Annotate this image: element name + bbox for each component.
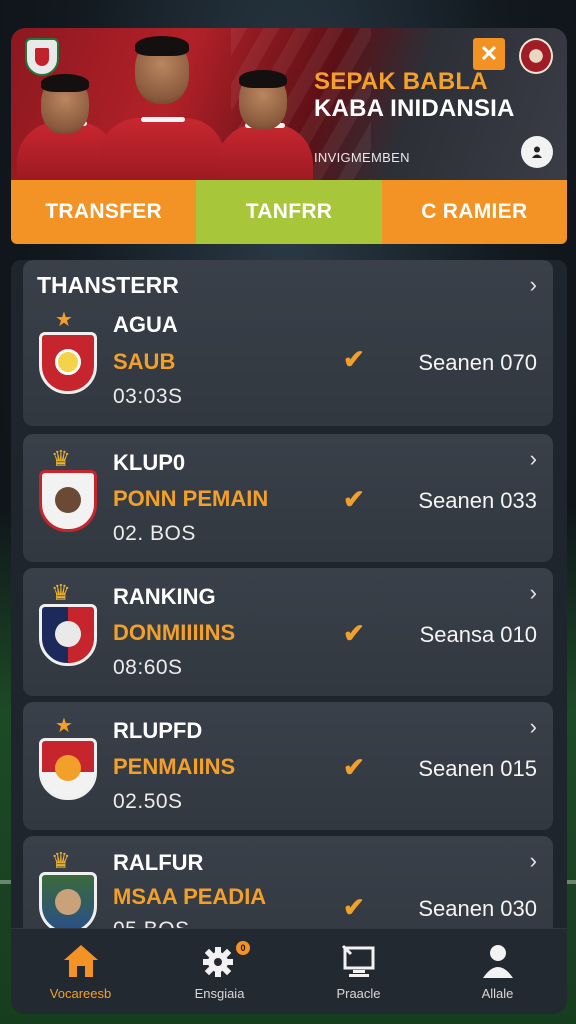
list-item[interactable]: › ♛ RALFUR MSAA PEADIA 05 BOS ✔ Seanen 0…: [23, 836, 553, 928]
person-icon: [482, 945, 513, 978]
club-subname: PENMAIINS: [113, 754, 236, 779]
transfer-time: 08:60S: [113, 656, 183, 679]
list-item[interactable]: › ♛ RANKING DONMIIIINS 08:60S ✔ Seansa 0…: [23, 568, 553, 696]
chevron-right-icon[interactable]: ›: [530, 850, 537, 872]
check-icon: ✔: [343, 892, 365, 922]
nav-home[interactable]: Vocareesb: [11, 929, 150, 1014]
transfer-app-window: ✕ SEPAK BABLA KABA INIDANSIA INVIGMEMBEN…: [11, 28, 567, 1014]
person-icon: [532, 146, 542, 158]
club-subname: DONMIIIINS: [113, 620, 236, 645]
tab-c-ramier[interactable]: C RAMIER: [381, 180, 567, 244]
transfer-time: 02.50S: [113, 790, 183, 813]
title-line-2: KABA INIDANSIA: [314, 95, 515, 122]
check-icon: ✔: [343, 752, 365, 782]
tab-tanfrr[interactable]: TANFRR: [196, 180, 382, 244]
club-crest-icon: ♛: [37, 850, 99, 928]
season-label: Seanen 033: [418, 488, 537, 513]
club-crest-icon: ★: [37, 310, 99, 394]
tab-bar: TRANSFER TANFRR C RAMIER: [11, 180, 567, 244]
transfer-time: 03:03S: [113, 385, 183, 408]
list-item[interactable]: › ♛ KLUP0 PONN PEMAIN 02. BOS ✔ Seanen 0…: [23, 434, 553, 562]
nav-settings[interactable]: 0 Ensgiaia: [150, 929, 289, 1014]
club-subname: MSAA PEADIA: [113, 884, 267, 909]
nav-label: Allale: [481, 986, 514, 1001]
bottom-navigation: Vocareesb 0 Ensgiaia Praacle Allale: [11, 928, 567, 1014]
transfer-time: 02. BOS: [113, 522, 196, 545]
monitor-icon: [341, 944, 374, 977]
list-item[interactable]: › ★ RLUPFD PENMAIINS 02.50S ✔ Seanen 015: [23, 702, 553, 830]
club-subname: PONN PEMAIN: [113, 486, 269, 511]
transfer-list: THANSTERR › ★ AGUA SAUB 03:03S ✔ Seanen …: [11, 260, 567, 928]
club-crest-icon: ♛: [37, 582, 99, 666]
transfer-time: 05 BOS: [113, 918, 190, 928]
club-name: AGUA: [113, 312, 178, 337]
club-name: RLUPFD: [113, 718, 203, 743]
gear-icon: [202, 947, 233, 977]
season-label: Seanen 070: [418, 350, 537, 375]
club-crest-icon: ★: [37, 716, 99, 800]
nav-label: Ensgiaia: [194, 986, 245, 1001]
title-line-1: SEPAK BABLA: [314, 68, 488, 95]
notification-badge: 0: [236, 941, 250, 955]
list-item[interactable]: THANSTERR › ★ AGUA SAUB 03:03S ✔ Seanen …: [23, 260, 553, 426]
club-name: RANKING: [113, 584, 216, 609]
season-label: Seanen 030: [418, 896, 537, 921]
nav-profile[interactable]: Allale: [428, 929, 567, 1014]
club-logo-icon: [25, 38, 59, 76]
club-subname: SAUB: [113, 349, 176, 374]
home-icon: [63, 945, 98, 977]
profile-button[interactable]: [521, 136, 553, 168]
season-label: Seanen 015: [418, 756, 537, 781]
club-crest-icon: ♛: [37, 448, 99, 532]
chevron-right-icon[interactable]: ›: [530, 582, 537, 604]
page-title: SEPAK BABLA KABA INIDANSIA: [314, 68, 515, 122]
partner-logo-icon: [519, 38, 553, 74]
club-name: RALFUR: [113, 850, 204, 875]
club-name: KLUP0: [113, 450, 186, 475]
chevron-right-icon[interactable]: ›: [530, 448, 537, 470]
chevron-right-icon[interactable]: ›: [530, 274, 537, 296]
season-label: Seansa 010: [419, 622, 537, 647]
check-icon: ✔: [343, 484, 365, 514]
nav-label: Praacle: [336, 986, 381, 1001]
section-title: THANSTERR: [37, 272, 179, 298]
nav-practice[interactable]: Praacle: [289, 929, 428, 1014]
page-subtitle: INVIGMEMBEN: [314, 150, 410, 165]
check-icon: ✔: [343, 618, 365, 648]
nav-label: Vocareesb: [49, 986, 112, 1001]
check-icon: ✔: [343, 344, 365, 374]
chevron-right-icon[interactable]: ›: [530, 716, 537, 738]
tab-transfer[interactable]: TRANSFER: [11, 180, 197, 244]
close-button[interactable]: ✕: [473, 38, 505, 70]
header-banner: ✕ SEPAK BABLA KABA INIDANSIA INVIGMEMBEN: [11, 28, 567, 180]
